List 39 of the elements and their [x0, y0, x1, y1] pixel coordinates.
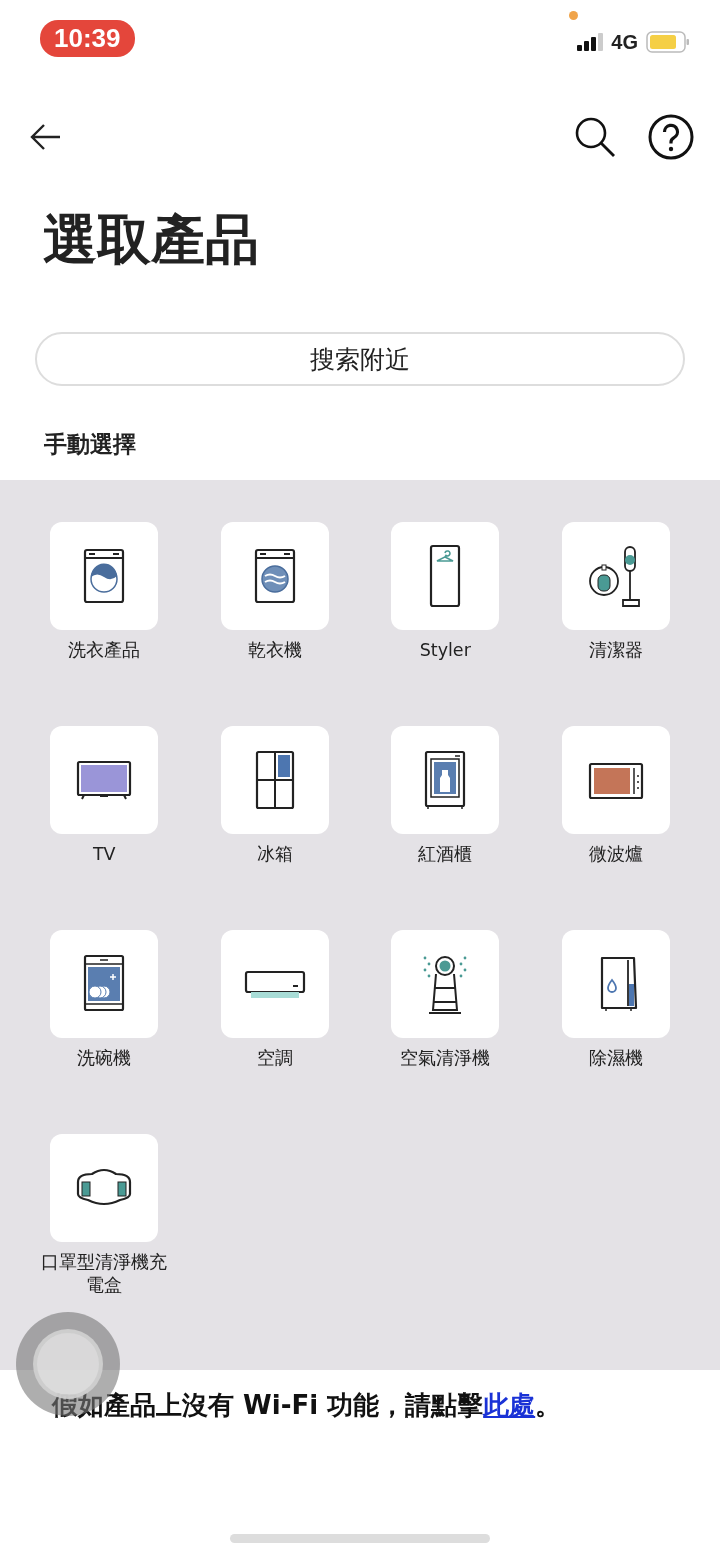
- product-card[interactable]: [220, 726, 329, 834]
- network-type: 4G: [611, 30, 638, 54]
- search-nearby-button[interactable]: 搜索附近: [35, 332, 685, 386]
- product-card[interactable]: [561, 726, 670, 834]
- signal-icon: [577, 33, 604, 51]
- product-label: 空調: [255, 1047, 294, 1070]
- product-card[interactable]: [50, 1134, 159, 1242]
- product-card[interactable]: [220, 522, 329, 630]
- product-label: 微波爐: [587, 843, 644, 866]
- product-label: 空氣清淨機: [399, 1047, 492, 1070]
- product-label: Styler: [418, 639, 472, 662]
- privacy-dot-icon: [569, 11, 578, 20]
- product-label: 除濕機: [587, 1047, 644, 1070]
- section-title: 手動選擇: [44, 430, 137, 459]
- product-card[interactable]: [50, 930, 159, 1038]
- product-card[interactable]: [50, 726, 159, 834]
- product-label: 洗衣產品: [67, 639, 142, 662]
- product-card[interactable]: [391, 726, 500, 834]
- product-card[interactable]: [220, 930, 329, 1038]
- product-label: 洗碗機: [76, 1047, 133, 1070]
- product-label: 乾衣機: [246, 639, 303, 662]
- product-card[interactable]: [50, 522, 159, 630]
- product-label: TV: [91, 843, 117, 866]
- product-card[interactable]: [391, 930, 500, 1038]
- status-time: 10:39: [40, 19, 135, 57]
- product-label: 口罩型清淨機充電盒: [40, 1251, 169, 1297]
- back-button[interactable]: [30, 123, 62, 151]
- product-label: 紅酒櫃: [417, 843, 474, 866]
- product-card[interactable]: [561, 930, 670, 1038]
- product-label: 清潔器: [587, 639, 644, 662]
- here-link[interactable]: 此處: [483, 1390, 536, 1420]
- product-card[interactable]: [561, 522, 670, 630]
- help-button[interactable]: [648, 114, 694, 160]
- search-button[interactable]: [574, 116, 616, 158]
- product-label: 冰箱: [255, 843, 294, 866]
- no-wifi-note: 假如產品上沒有 Wi-Fi 功能，請點擊此處。: [52, 1389, 563, 1422]
- product-card[interactable]: [391, 522, 500, 630]
- page-title: 選取產品: [43, 207, 260, 273]
- battery-icon: [646, 31, 690, 53]
